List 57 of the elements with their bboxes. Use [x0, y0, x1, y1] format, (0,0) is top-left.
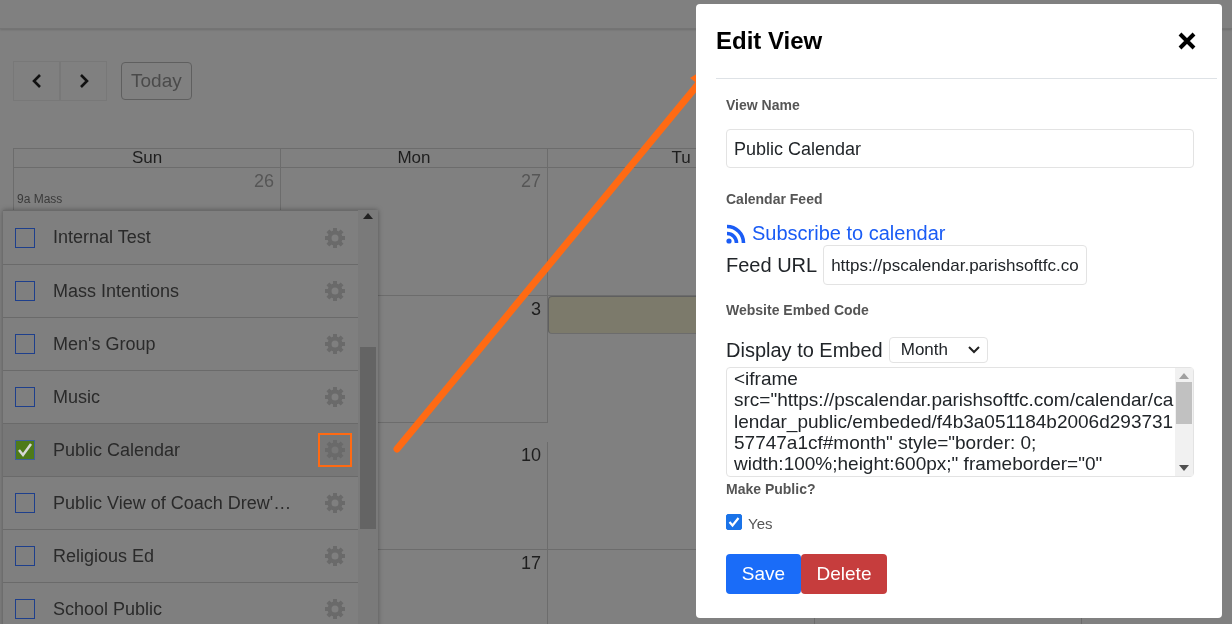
checkbox[interactable] [15, 227, 35, 248]
chevron-right-icon [77, 73, 90, 89]
calendar-name: Music [53, 386, 101, 408]
calendar-name: Men's Group [53, 333, 157, 355]
calendar-list-item[interactable]: Mass Intentions [3, 265, 358, 318]
view-name-field[interactable]: Public Calendar [726, 129, 1194, 168]
scroll-up-icon[interactable] [363, 213, 373, 219]
calendar-list-item[interactable]: Internal Test [3, 210, 358, 265]
calendar-name: Public View of Coach Drew'… [53, 492, 293, 514]
day-number: 3 [531, 298, 541, 320]
previous-button[interactable] [13, 61, 60, 101]
day-number: 17 [520, 552, 541, 574]
checkbox[interactable] [726, 513, 742, 530]
checkbox-label: Yes [748, 515, 773, 532]
feed-url-label: Feed URL [726, 253, 818, 277]
calendar-list-item[interactable]: Public View of Coach Drew'… [3, 477, 358, 530]
display-select[interactable]: Month [888, 337, 988, 363]
save-button[interactable]: Save [726, 554, 801, 594]
calendar-name: Mass Intentions [53, 280, 181, 302]
display-label: Display to Embed [726, 338, 883, 362]
calendar-name: Public Calendar [53, 439, 182, 461]
scroll-up-icon[interactable] [1179, 373, 1189, 379]
weekday-header: Tu [671, 148, 691, 167]
calendar-list-item[interactable]: Men's Group [3, 318, 358, 371]
feed-url-field[interactable]: https://pscalendar.parishsoftfc.co [823, 245, 1087, 285]
checkbox[interactable] [15, 334, 35, 354]
chevron-down-icon [968, 346, 980, 354]
field-label: Website Embed Code [726, 302, 869, 318]
close-icon[interactable] [1177, 31, 1197, 51]
calendar-list-item[interactable]: Public Calendar [3, 424, 358, 477]
field-label: Calendar Feed [726, 191, 823, 207]
checkbox[interactable] [15, 440, 35, 460]
field-label: View Name [726, 97, 800, 113]
checkbox[interactable] [15, 281, 35, 301]
checkbox[interactable] [15, 493, 35, 513]
checkbox[interactable] [15, 546, 35, 566]
event-label[interactable]: 9a Mass [17, 192, 63, 206]
rss-icon [726, 223, 746, 244]
calendar-list-item[interactable]: Religious Ed [3, 530, 358, 583]
day-number: 10 [520, 444, 541, 466]
calendar-name: Religious Ed [53, 545, 156, 567]
subscribe-link[interactable]: Subscribe to calendar [726, 222, 946, 245]
field-label: Make Public? [726, 481, 816, 497]
scroll-down-icon[interactable] [1179, 465, 1189, 471]
delete-button[interactable]: Delete [801, 554, 887, 594]
settings-button[interactable] [318, 433, 352, 467]
scrollbar[interactable] [358, 210, 378, 624]
scrollbar[interactable] [1175, 368, 1193, 476]
weekday-header: Sun [131, 148, 163, 167]
dialog-title: Edit View [716, 27, 823, 55]
calendar-name: Internal Test [53, 227, 152, 248]
checkbox[interactable] [15, 387, 35, 407]
next-button[interactable] [60, 61, 107, 101]
chevron-left-icon [30, 73, 43, 89]
checkbox[interactable] [15, 599, 35, 619]
calendar-name: School Public [53, 598, 164, 620]
weekday-header: Mon [397, 148, 431, 167]
